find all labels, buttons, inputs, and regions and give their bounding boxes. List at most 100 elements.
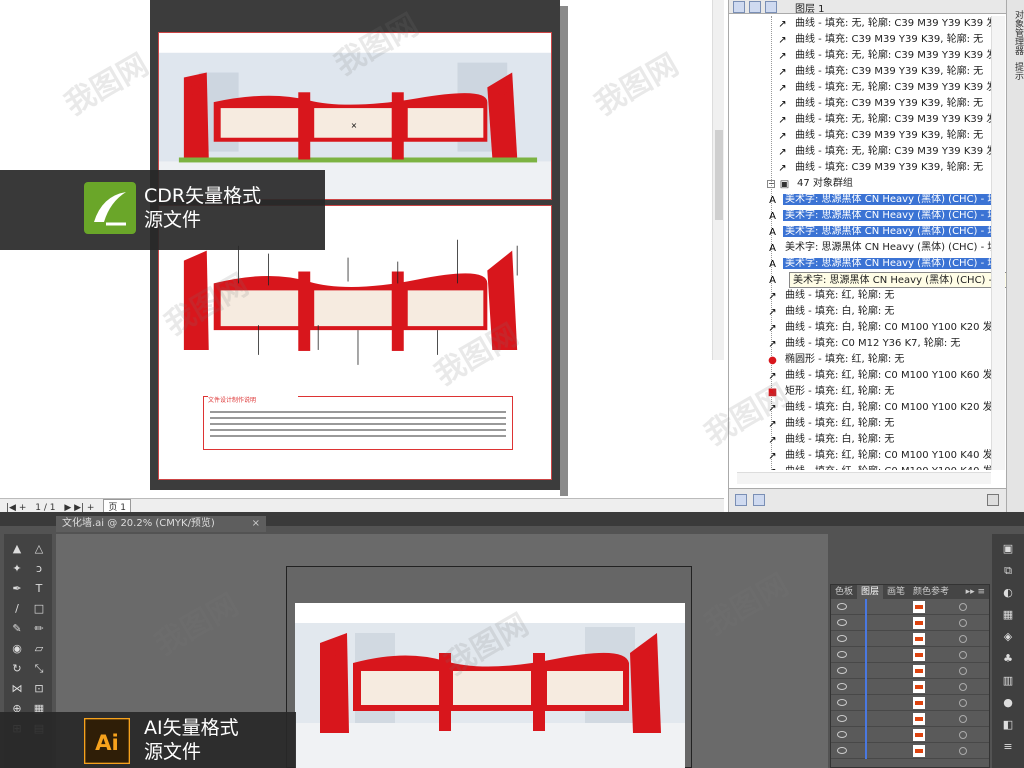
object-row[interactable]: ↗ 曲线 - 填充: 白, 轮廓: C0 M100 Y100 K20 发丝 (729, 320, 991, 336)
transform-panel-icon[interactable]: ⧉ (1000, 564, 1016, 578)
object-row[interactable]: ↗ 曲线 - 填充: 红, 轮廓: 无 (729, 288, 991, 304)
direct-selection-tool-icon[interactable]: △ (30, 540, 48, 558)
appearance-panel-icon[interactable]: ● (1000, 696, 1016, 710)
object-row[interactable]: ↗ 曲线 - 填充: 无, 轮廓: C39 M39 Y39 K39 发丝 (729, 48, 991, 64)
layer-manager-view-icon[interactable] (765, 1, 777, 13)
selection-tool-icon[interactable]: ▲ (8, 540, 26, 558)
panel-menu-icon[interactable]: ▸▸ ≡ (966, 585, 985, 599)
object-tree-vertical-scrollbar[interactable] (991, 16, 1005, 470)
artboards-panel-icon[interactable]: ▣ (1000, 542, 1016, 556)
object-row[interactable]: ↗ 曲线 - 填充: 白, 轮廓: C0 M100 Y100 K20 发丝 (729, 400, 991, 416)
type-tool-icon[interactable]: T (30, 580, 48, 598)
object-tree-horizontal-scrollbar[interactable] (737, 472, 991, 484)
gradient-panel-icon[interactable]: ▥ (1000, 674, 1016, 688)
object-row[interactable]: A 美术字: 思源黑体 CN Heavy (黑体) (CHC) - 填充 (729, 192, 991, 208)
object-row[interactable]: ↗ 曲线 - 填充: C39 M39 Y39 K39, 轮廓: 无 (729, 32, 991, 48)
target-circle-icon[interactable] (959, 683, 967, 691)
layers-panel-icon[interactable]: ◈ (1000, 630, 1016, 644)
visibility-eye-icon[interactable] (837, 667, 847, 674)
collapse-icon[interactable]: − (767, 180, 775, 188)
pencil-tool-icon[interactable]: ✏ (30, 620, 48, 638)
side-tab-object-manager[interactable]: 对象管理器 (1009, 10, 1023, 55)
layer-row[interactable] (831, 711, 989, 727)
visibility-eye-icon[interactable] (837, 635, 847, 642)
object-row[interactable]: A 美术字: 思源黑体 CN Heavy (黑体) (CHC) - 填充 (729, 240, 991, 256)
free-transform-tool-icon[interactable]: ⊡ (30, 680, 48, 698)
magic-wand-tool-icon[interactable]: ✦ (8, 560, 26, 578)
target-circle-icon[interactable] (959, 635, 967, 643)
object-row[interactable]: ↗ 曲线 - 填充: 白, 轮廓: 无 (729, 304, 991, 320)
target-circle-icon[interactable] (959, 651, 967, 659)
visibility-eye-icon[interactable] (837, 619, 847, 626)
layer-row[interactable] (831, 695, 989, 711)
object-row[interactable]: ↗ 曲线 - 填充: 无, 轮廓: C39 M39 Y39 K39 发丝 (729, 112, 991, 128)
rotate-tool-icon[interactable]: ↻ (8, 660, 26, 678)
target-circle-icon[interactable] (959, 731, 967, 739)
visibility-eye-icon[interactable] (837, 603, 847, 610)
visibility-eye-icon[interactable] (837, 699, 847, 706)
pen-tool-icon[interactable]: ✒ (8, 580, 26, 598)
object-group-row[interactable]: − ▣ 47 对象群组 (729, 176, 991, 192)
brushes-panel-icon[interactable]: ♣ (1000, 652, 1016, 666)
object-row[interactable]: ↗ 曲线 - 填充: C0 M12 Y36 K7, 轮廓: 无 (729, 336, 991, 352)
target-circle-icon[interactable] (959, 619, 967, 627)
object-row[interactable]: ↗ 曲线 - 填充: 无, 轮廓: C39 M39 Y39 K39 发丝 (729, 80, 991, 96)
object-row[interactable]: ↗ 曲线 - 填充: 红, 轮廓: C0 M100 Y100 K60 发丝 (729, 368, 991, 384)
layer-row[interactable] (831, 615, 989, 631)
object-row[interactable]: ■ 矩形 - 填充: 红, 轮廓: 无 (729, 384, 991, 400)
new-layer-icon[interactable] (735, 494, 747, 506)
show-properties-icon[interactable] (733, 1, 745, 13)
visibility-eye-icon[interactable] (837, 651, 847, 658)
object-row[interactable]: ↗ 曲线 - 填充: 红, 轮廓: 无 (729, 416, 991, 432)
object-row[interactable]: ↗ 曲线 - 填充: C39 M39 Y39 K39, 轮廓: 无 (729, 64, 991, 80)
layer-row[interactable] (831, 663, 989, 679)
visibility-eye-icon[interactable] (837, 747, 847, 754)
align-panel-icon[interactable]: ≡ (1000, 740, 1016, 754)
tab-color-guide[interactable]: 颜色参考 (909, 585, 953, 599)
width-tool-icon[interactable]: ⋈ (8, 680, 26, 698)
color-panel-icon[interactable]: ◐ (1000, 586, 1016, 600)
layer-row[interactable] (831, 743, 989, 759)
layer-row[interactable] (831, 631, 989, 647)
new-master-layer-icon[interactable] (753, 494, 765, 506)
scale-tool-icon[interactable]: ⤡ (30, 660, 48, 678)
scroll-thumb[interactable] (715, 130, 723, 220)
tab-brushes[interactable]: 画笔 (883, 585, 909, 599)
object-row[interactable]: ↗ 曲线 - 填充: 无, 轮廓: C39 M39 Y39 K39 发丝 (729, 144, 991, 160)
blob-brush-tool-icon[interactable]: ◉ (8, 640, 26, 658)
layer-row[interactable] (831, 679, 989, 695)
paintbrush-tool-icon[interactable]: ✎ (8, 620, 26, 638)
visibility-eye-icon[interactable] (837, 715, 847, 722)
rectangle-tool-icon[interactable]: □ (30, 600, 48, 618)
object-row[interactable]: A 美术字: 思源黑体 CN Heavy (黑体) (CHC) - 填充 (729, 256, 991, 272)
layer-row[interactable] (831, 647, 989, 663)
layer-name[interactable]: 图层 1 (795, 0, 825, 15)
object-row[interactable]: ↗ 曲线 - 填充: 白, 轮廓: 无 (729, 432, 991, 448)
object-row[interactable]: ● 椭圆形 - 填充: 红, 轮廓: 无 (729, 352, 991, 368)
object-row[interactable]: A 美术字: 思源黑体 CN Heavy (黑体) (CHC) - 填充 (729, 208, 991, 224)
target-circle-icon[interactable] (959, 715, 967, 723)
cdr-vertical-scrollbar[interactable] (712, 0, 724, 360)
eraser-tool-icon[interactable]: ▱ (30, 640, 48, 658)
edit-across-layers-icon[interactable] (749, 1, 761, 13)
object-row[interactable]: ↗ 曲线 - 填充: C39 M39 Y39 K39, 轮廓: 无 (729, 128, 991, 144)
layer-row[interactable] (831, 727, 989, 743)
close-icon[interactable]: × (252, 516, 260, 532)
layer-row[interactable] (831, 599, 989, 615)
visibility-eye-icon[interactable] (837, 731, 847, 738)
tab-layers[interactable]: 图层 (857, 585, 884, 599)
graphic-styles-panel-icon[interactable]: ◧ (1000, 718, 1016, 732)
object-row[interactable]: ↗ 曲线 - 填充: C39 M39 Y39 K39, 轮廓: 无 (729, 96, 991, 112)
visibility-eye-icon[interactable] (837, 683, 847, 690)
line-tool-icon[interactable]: / (8, 600, 26, 618)
side-tab-hints[interactable]: 提示 (1009, 62, 1023, 80)
artboard[interactable] (295, 603, 685, 768)
delete-trash-icon[interactable] (987, 494, 999, 506)
object-row[interactable]: A 美术字: 思源黑体 CN Heavy (黑体) (CHC) - 填充 (729, 224, 991, 240)
tab-swatches[interactable]: 色板 (831, 585, 857, 599)
object-row[interactable]: ↗ 曲线 - 填充: 红, 轮廓: C0 M100 Y100 K40 发丝 (729, 448, 991, 464)
object-row[interactable]: ↗ 曲线 - 填充: 红, 轮廓: C0 M100 Y100 K40 发丝 (729, 464, 991, 470)
object-row[interactable]: ↗ 曲线 - 填充: 无, 轮廓: C39 M39 Y39 K39 发丝 (729, 16, 991, 32)
object-row[interactable]: ↗ 曲线 - 填充: C39 M39 Y39 K39, 轮廓: 无 (729, 160, 991, 176)
target-circle-icon[interactable] (959, 667, 967, 675)
